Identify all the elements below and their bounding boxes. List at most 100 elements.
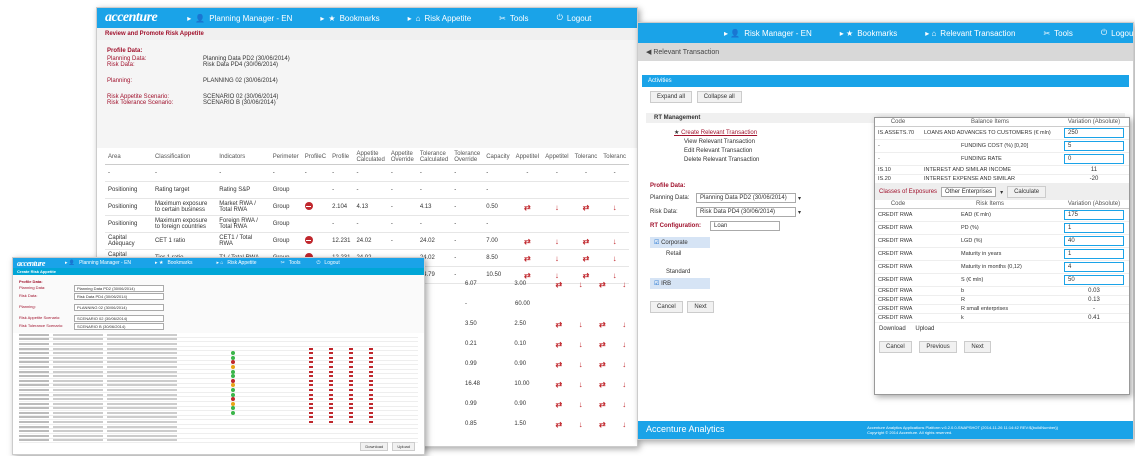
cell-action[interactable] xyxy=(512,181,543,199)
small-nav-risk[interactable]: ▸ ⌂ Risk Appetite xyxy=(216,260,256,266)
variation-input[interactable]: 1 xyxy=(1064,223,1124,233)
variation-input[interactable]: 40 xyxy=(1064,236,1124,246)
small-nav-planning[interactable]: ▸ 👤 Planning Manager - EN xyxy=(65,260,131,266)
swap-arrows-icon[interactable]: ⇄ xyxy=(548,420,570,429)
small-risk-data-select[interactable]: Risk Data PD4 (30/06/2014) xyxy=(74,293,164,300)
swap-arrows-icon[interactable]: ⇄ xyxy=(548,340,570,349)
arrow-down-icon[interactable]: ↓ xyxy=(613,420,635,429)
swap-arrows-icon[interactable]: ⇄ xyxy=(592,380,614,389)
swap-arrows-icon[interactable]: ⇄ xyxy=(592,400,614,409)
cell-action[interactable]: - xyxy=(571,164,601,182)
nav-risk-appetite[interactable]: ▸ ⌂ Risk Appetite xyxy=(408,14,472,23)
small-ras-select[interactable]: SCENARIO 02 (30/06/2014) xyxy=(74,315,164,322)
swap-arrows-icon[interactable]: ⇄ xyxy=(592,340,614,349)
nav-bookmarks[interactable]: ▸ ★ Bookmarks xyxy=(320,14,379,23)
cell-action[interactable]: ↓ xyxy=(542,249,572,267)
arrow-down-icon[interactable]: ↓ xyxy=(613,400,635,409)
cell-action[interactable]: ↓ xyxy=(600,249,629,267)
collapse-all-button[interactable]: Collapse all xyxy=(696,91,742,103)
arrow-down-icon[interactable]: ↓ xyxy=(613,320,635,329)
right-planning-data-select[interactable]: Planning Data PD2 (30/06/2014) xyxy=(696,193,796,203)
variation-input[interactable]: 175 xyxy=(1064,210,1124,220)
small-nav-bookmarks[interactable]: ▸ ★ Bookmarks xyxy=(155,260,192,266)
rt-config-select[interactable]: Loan xyxy=(710,221,780,231)
right-nav-bookmarks[interactable]: ▸ ★ Bookmarks xyxy=(840,29,897,38)
swap-arrows-icon[interactable]: ⇄ xyxy=(592,420,614,429)
cell-action[interactable]: ⇄ xyxy=(571,249,601,267)
nav-relevant-transaction[interactable]: ▸ ⌂ Relevant Transaction xyxy=(925,29,1015,38)
arrow-down-icon[interactable]: ↓ xyxy=(613,340,635,349)
variation-input[interactable]: 0 xyxy=(1064,154,1124,164)
swap-arrows-icon[interactable]: ⇄ xyxy=(548,380,570,389)
segment-retail[interactable]: Retail xyxy=(650,248,710,260)
popup-upload-button[interactable]: Upload xyxy=(915,326,934,332)
popup-next-button[interactable]: Next xyxy=(964,341,991,353)
arrow-down-icon[interactable]: ↓ xyxy=(570,340,592,349)
popup-cancel-button[interactable]: Cancel xyxy=(879,341,912,353)
cell-action[interactable]: - xyxy=(512,164,543,182)
cell-action[interactable] xyxy=(600,181,629,199)
right-next-button[interactable]: Next xyxy=(687,301,714,313)
small-planning-data-select[interactable]: Planning Data PD2 (30/06/2014) xyxy=(74,285,164,292)
swap-arrows-icon[interactable]: ⇄ xyxy=(592,360,614,369)
calculate-button[interactable]: Calculate xyxy=(1007,186,1047,198)
small-rts-select[interactable]: SCENARIO B (30/06/2014) xyxy=(74,323,164,330)
cell-action[interactable]: ⇄ xyxy=(512,249,543,267)
cell-action[interactable]: - xyxy=(600,164,629,182)
arrow-down-icon[interactable]: ↓ xyxy=(613,360,635,369)
cell-action[interactable]: ⇄ xyxy=(512,198,543,216)
cell-action[interactable] xyxy=(571,215,601,233)
segment-irb[interactable]: ☑ IRB xyxy=(650,278,710,289)
cell-action[interactable] xyxy=(600,215,629,233)
variation-input[interactable]: 250 xyxy=(1064,128,1124,138)
small-planning-select[interactable]: PLANNING 02 (30/06/2014) xyxy=(74,304,164,311)
cell-action[interactable] xyxy=(571,181,601,199)
popup-previous-button[interactable]: Previous xyxy=(919,341,957,353)
arrow-down-icon[interactable]: ↓ xyxy=(613,380,635,389)
nav-logout[interactable]: ⏻ Logout xyxy=(557,13,592,23)
arrow-down-icon[interactable]: ↓ xyxy=(570,400,592,409)
arrow-down-icon[interactable]: ↓ xyxy=(570,420,592,429)
cell-action[interactable] xyxy=(542,215,572,233)
segment-standard[interactable]: Standard xyxy=(650,266,710,278)
small-nav-tools[interactable]: ✂ Tools xyxy=(281,260,301,266)
right-nav-tools[interactable]: ✂ Tools xyxy=(1043,29,1072,38)
arrow-down-icon[interactable]: ↓ xyxy=(570,380,592,389)
swap-arrows-icon[interactable]: ⇄ xyxy=(548,400,570,409)
small-nav-logout[interactable]: ⏻ Logout xyxy=(316,260,339,266)
cell-action[interactable]: ⇄ xyxy=(512,232,543,250)
segment-corporate[interactable]: ☑ Corporate xyxy=(650,237,710,248)
nav-risk-manager[interactable]: ▸ 👤 Risk Manager - EN xyxy=(724,29,812,38)
cell-action[interactable]: ↓ xyxy=(542,232,572,250)
arrow-down-icon[interactable]: ↓ xyxy=(570,280,592,289)
swap-arrows-icon[interactable]: ⇄ xyxy=(592,280,614,289)
swap-arrows-icon[interactable]: ⇄ xyxy=(548,280,570,289)
cell-action[interactable]: ↓ xyxy=(600,232,629,250)
variation-input[interactable]: 5 xyxy=(1064,141,1124,151)
arrow-down-icon[interactable]: ↓ xyxy=(613,280,635,289)
right-cancel-button[interactable]: Cancel xyxy=(650,301,683,313)
small-upload-button[interactable]: Upload xyxy=(392,442,415,451)
variation-input[interactable]: 50 xyxy=(1064,275,1124,285)
nav-planning-manager[interactable]: ▸ 👤 Planning Manager - EN xyxy=(187,14,292,23)
variation-input[interactable]: 1 xyxy=(1064,249,1124,259)
variation-input[interactable]: 4 xyxy=(1064,262,1124,272)
swap-arrows-icon[interactable]: ⇄ xyxy=(548,360,570,369)
right-nav-logout[interactable]: ⏻ Logout xyxy=(1101,28,1133,38)
nav-tools[interactable]: ✂ Tools xyxy=(499,14,528,23)
expand-all-button[interactable]: Expand all xyxy=(650,91,693,103)
exposure-select[interactable]: Other Enterprises xyxy=(941,187,997,197)
cell-action[interactable] xyxy=(512,215,543,233)
cell-action[interactable]: - xyxy=(542,164,572,182)
arrow-down-icon[interactable]: ↓ xyxy=(570,360,592,369)
small-download-button[interactable]: Download xyxy=(360,442,389,451)
cell-action[interactable]: ↓ xyxy=(600,198,629,216)
popup-download-button[interactable]: Download xyxy=(879,326,906,332)
cell-action[interactable]: ⇄ xyxy=(571,198,601,216)
cell-action[interactable]: ⇄ xyxy=(571,232,601,250)
arrow-down-icon[interactable]: ↓ xyxy=(570,320,592,329)
cell-action[interactable] xyxy=(542,181,572,199)
swap-arrows-icon[interactable]: ⇄ xyxy=(548,320,570,329)
right-risk-data-select[interactable]: Risk Data PD4 (30/06/2014) xyxy=(696,207,796,217)
cell-action[interactable]: ↓ xyxy=(542,198,572,216)
